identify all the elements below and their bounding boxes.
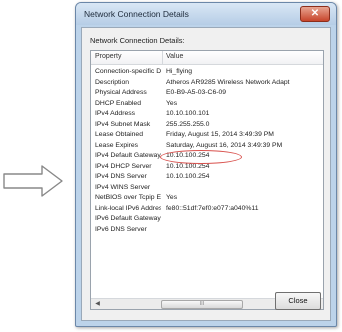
dialog-body: Network Connection Details: Property Val… (81, 27, 331, 321)
property-cell: Lease Expires (95, 141, 139, 149)
table-row[interactable]: IPv6 DNS Server (91, 225, 323, 236)
table-row[interactable]: Description Atheros AR9285 Wireless Netwo… (91, 78, 323, 89)
property-cell: IPv6 Default Gateway (95, 215, 161, 222)
table-row[interactable]: Lease Obtained Friday, August 15, 2014 3:… (91, 130, 323, 141)
details-group-label: Network Connection Details: (90, 36, 185, 45)
property-cell: IPv4 Address (95, 110, 136, 117)
property-cell: NetBIOS over Tcpip En... (95, 194, 161, 201)
table-row[interactable]: IPv4 DHCP Server 10.10.100.254 (91, 162, 323, 173)
property-cell: DHCP Enabled (95, 99, 141, 107)
table-row[interactable]: NetBIOS over Tcpip En... Yes (91, 193, 323, 204)
property-cell: Lease Obtained (95, 131, 143, 138)
property-cell: Description (95, 78, 129, 86)
table-row[interactable]: Link-local IPv6 Address fe80::51df:7ef0:e… (91, 204, 323, 215)
property-cell: IPv4 DNS Server (95, 173, 147, 180)
details-list-view[interactable]: Property Value Connection-specific DN...… (90, 50, 324, 310)
value-cell: 255.255.255.0 (166, 120, 210, 128)
table-row[interactable]: Connection-specific DN... Hi_flying (91, 67, 323, 78)
value-cell: fe80::51df:7ef0:e077:a040%11 (166, 204, 259, 212)
pointing-arrow-icon (3, 165, 63, 197)
network-connection-details-dialog: Network Connection Details ✕ Network Con… (75, 2, 337, 327)
property-cell: Physical Address (95, 89, 147, 96)
table-row[interactable]: DHCP Enabled Yes (91, 99, 323, 110)
column-divider[interactable] (162, 51, 163, 64)
value-cell: Atheros AR9285 Wireless Network Adapt (166, 78, 290, 86)
property-cell: IPv4 DHCP Server (95, 162, 152, 170)
table-row[interactable]: IPv4 Default Gateway 10.10.100.254 (91, 151, 323, 162)
table-row[interactable]: IPv4 Subnet Mask 255.255.255.0 (91, 120, 323, 131)
value-cell: Friday, August 15, 2014 3:49:39 PM (166, 131, 274, 138)
value-cell: Saturday, August 16, 2014 3:49:39 PM (166, 141, 283, 149)
window-close-button[interactable]: ✕ (300, 6, 330, 22)
table-row[interactable]: IPv4 DNS Server 10.10.100.254 (91, 172, 323, 183)
column-header-value[interactable]: Value (166, 53, 183, 60)
property-cell: IPv4 WINS Server (95, 183, 151, 191)
property-cell: IPv4 Subnet Mask (95, 120, 151, 128)
table-row[interactable]: Physical Address E0-B9-A5-03-C6-09 (91, 88, 323, 99)
grip-icon: III (199, 301, 205, 307)
property-cell: Link-local IPv6 Address (95, 204, 161, 212)
table-row[interactable]: IPv4 WINS Server (91, 183, 323, 194)
value-cell: 10.10.100.254 (166, 162, 210, 170)
value-cell: 10.10.100.254 (166, 152, 210, 159)
window-title: Network Connection Details (84, 9, 189, 19)
value-cell: E0-B9-A5-03-C6-09 (166, 89, 227, 96)
value-cell: Yes (166, 194, 178, 201)
scroll-left-icon[interactable]: ◀ (93, 300, 102, 308)
scrollbar-thumb[interactable]: III (161, 300, 243, 309)
property-cell: IPv4 Default Gateway (95, 152, 161, 159)
property-cell: Connection-specific DN... (95, 68, 161, 75)
table-row[interactable]: Lease Expires Saturday, August 16, 2014 3… (91, 141, 323, 152)
title-bar[interactable]: Network Connection Details ✕ (76, 3, 336, 25)
property-cell: IPv6 DNS Server (95, 225, 147, 233)
value-cell: Yes (166, 99, 178, 107)
value-cell: 10.10.100.101 (166, 110, 210, 117)
list-header: Property Value (91, 51, 323, 65)
table-row[interactable]: IPv4 Address 10.10.100.101 (91, 109, 323, 120)
value-cell: 10.10.100.254 (166, 173, 210, 180)
table-row[interactable]: IPv6 Default Gateway (91, 214, 323, 225)
column-header-property[interactable]: Property (95, 53, 121, 60)
value-cell: Hi_flying (166, 68, 193, 75)
close-button[interactable]: Close (275, 292, 321, 310)
